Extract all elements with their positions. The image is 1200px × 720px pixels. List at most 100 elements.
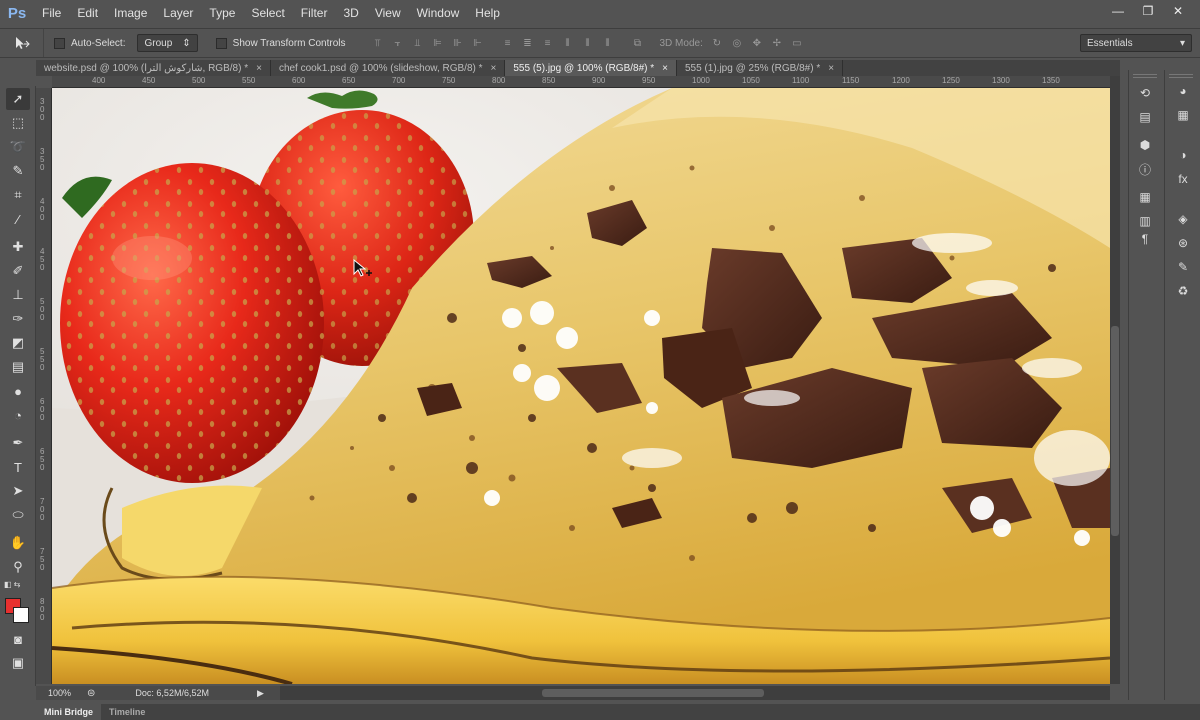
swatches-icon[interactable]: ▦ [1173, 106, 1193, 124]
lasso-tool[interactable]: ➰ [6, 136, 30, 158]
clone-stamp-tool[interactable]: ⊥ [6, 284, 30, 306]
dock-grip[interactable] [1133, 74, 1157, 78]
restore-button[interactable]: ❐ [1134, 2, 1162, 20]
horizontal-scrollbar[interactable] [280, 686, 1110, 700]
properties-icon[interactable]: ▦ [1135, 188, 1155, 206]
tab-website[interactable]: website.psd @ 100% (شارکوش الترا, RGB/8)… [36, 60, 271, 76]
distribute-vcenter-icon[interactable]: ≣ [520, 35, 536, 51]
default-colors-icon[interactable]: ◧ ⇆ [4, 580, 20, 589]
close-icon[interactable]: × [828, 63, 834, 74]
menu-select[interactable]: Select [243, 0, 292, 26]
type-tool[interactable]: T [6, 456, 30, 478]
scroll-thumb[interactable] [1111, 326, 1119, 536]
tab-555-5[interactable]: 555 (5).jpg @ 100% (RGB/8#) * × [505, 60, 677, 76]
dodge-tool[interactable]: ◔ [6, 404, 30, 426]
tab-chef-cook[interactable]: chef cook1.psd @ 100% (slideshow, RGB/8)… [270, 60, 506, 76]
status-menu-arrow-icon[interactable]: ▶ [257, 688, 264, 699]
quick-select-tool[interactable]: ✎ [6, 160, 30, 182]
healing-tool[interactable]: ✚ [6, 236, 30, 258]
ruler-tick-label: 550 [40, 347, 45, 372]
menu-image[interactable]: Image [106, 0, 155, 26]
close-icon[interactable]: × [491, 63, 497, 74]
export-icon[interactable]: ⊜ [87, 688, 95, 699]
dock-grip[interactable] [1169, 74, 1193, 78]
distribute-left-icon[interactable]: ⦀ [560, 35, 576, 51]
3d-cube-icon[interactable]: ⬢ [1135, 136, 1155, 154]
marquee-tool[interactable]: ⬚ [6, 112, 30, 134]
align-vcenter-icon[interactable]: ⫟ [390, 35, 406, 51]
3d-drag-icon[interactable]: ✥ [749, 35, 765, 51]
distribute-top-icon[interactable]: ≡ [500, 35, 516, 51]
blur-tool[interactable]: ● [6, 380, 30, 402]
styles-icon[interactable]: fx [1173, 170, 1193, 188]
3d-slide-icon[interactable]: ✢ [769, 35, 785, 51]
auto-align-icon[interactable]: ⧉ [630, 35, 646, 51]
info-icon[interactable]: ⓘ [1135, 160, 1155, 178]
close-icon[interactable]: × [256, 63, 262, 74]
align-left-icon[interactable]: ⊫ [430, 35, 446, 51]
paths-icon[interactable]: ✎ [1173, 258, 1193, 276]
tab-timeline[interactable]: Timeline [101, 707, 153, 717]
document-canvas[interactable] [52, 88, 1110, 684]
menu-layer[interactable]: Layer [155, 0, 201, 26]
align-bottom-icon[interactable]: ⫫ [410, 35, 426, 51]
move-tool[interactable]: ➚ [6, 88, 30, 110]
crop-tool[interactable]: ⌗ [6, 184, 30, 206]
align-right-icon[interactable]: ⊩ [470, 35, 486, 51]
menu-help[interactable]: Help [467, 0, 508, 26]
scroll-thumb[interactable] [542, 689, 764, 697]
menu-filter[interactable]: Filter [293, 0, 336, 26]
background-color-swatch[interactable] [13, 607, 29, 623]
kuler-icon[interactable]: ♻ [1173, 282, 1193, 300]
distribute-bottom-icon[interactable]: ≡ [540, 35, 556, 51]
brush-tool[interactable]: ✐ [6, 260, 30, 282]
tab-mini-bridge[interactable]: Mini Bridge [36, 704, 101, 720]
quick-mask-button[interactable]: ◙ [6, 628, 30, 650]
gradient-tool[interactable]: ▤ [6, 356, 30, 378]
close-icon[interactable]: × [662, 63, 668, 74]
menu-type[interactable]: Type [201, 0, 243, 26]
notes-icon[interactable]: ▥ [1135, 212, 1155, 230]
menu-3d[interactable]: 3D [335, 0, 366, 26]
pen-tool[interactable]: ✒ [6, 432, 30, 454]
distribute-hcenter-icon[interactable]: ⦀ [580, 35, 596, 51]
vertical-scrollbar[interactable] [1110, 76, 1120, 684]
tab-555-1[interactable]: 555 (1).jpg @ 25% (RGB/8#) * × [677, 60, 844, 76]
shape-tool[interactable]: ⬭ [6, 504, 30, 526]
close-button[interactable]: ✕ [1164, 2, 1192, 20]
3d-rotate-icon[interactable]: ↻ [709, 35, 725, 51]
auto-select-dropdown[interactable]: Group ⇕ [137, 34, 198, 52]
color-icon[interactable]: ◕ [1173, 82, 1193, 100]
path-select-tool[interactable]: ➤ [6, 480, 30, 502]
history-icon[interactable]: ⟲ [1135, 84, 1155, 102]
auto-select-checkbox[interactable] [54, 37, 65, 49]
screen-mode-button[interactable]: ▣ [6, 652, 30, 674]
menu-file[interactable]: File [34, 0, 69, 26]
menu-window[interactable]: Window [409, 0, 468, 26]
character-icon[interactable]: ¶ [1135, 230, 1155, 248]
ruler-horizontal[interactable]: 400 450 500 550 600 650 700 750 800 850 900 950 1000… [52, 76, 1110, 88]
ruler-vertical[interactable]: 300 350 400 450 500 550 600 650 700 750 800 [36, 88, 52, 684]
3d-roll-icon[interactable]: ◎ [729, 35, 745, 51]
zoom-level[interactable]: 100% [48, 688, 71, 698]
align-top-icon[interactable]: ⫪ [370, 35, 386, 51]
workspace-dropdown[interactable]: Essentials ▾ [1080, 34, 1192, 52]
hand-tool[interactable]: ✋ [6, 532, 30, 554]
channels-icon[interactable]: ⊛ [1173, 234, 1193, 252]
3d-scale-icon[interactable]: ▭ [789, 35, 805, 51]
eyedropper-tool[interactable]: ⁄ [6, 208, 30, 230]
menu-edit[interactable]: Edit [69, 0, 106, 26]
align-hcenter-icon[interactable]: ⊪ [450, 35, 466, 51]
distribute-right-icon[interactable]: ⦀ [600, 35, 616, 51]
adjustments-icon[interactable]: ◑ [1173, 146, 1193, 164]
minimize-button[interactable]: — [1104, 2, 1132, 20]
layers-icon[interactable]: ◈ [1173, 210, 1193, 228]
bottom-panel: Mini Bridge Timeline [36, 704, 1200, 720]
history-brush-tool[interactable]: ✑ [6, 308, 30, 330]
zoom-tool[interactable]: ⚲ [6, 556, 30, 578]
menu-view[interactable]: View [367, 0, 409, 26]
show-transform-checkbox[interactable] [215, 37, 227, 49]
tool-preset-picker[interactable] [0, 29, 44, 57]
eraser-tool[interactable]: ◩ [6, 332, 30, 354]
layer-comps-icon[interactable]: ▤ [1135, 108, 1155, 126]
